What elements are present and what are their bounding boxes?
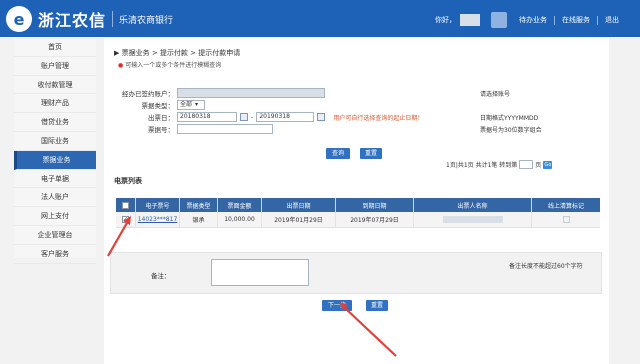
logout-link[interactable]: 退出 xyxy=(605,15,619,25)
remark-textarea[interactable] xyxy=(211,259,309,286)
drawer-name-redacted xyxy=(442,216,503,223)
pager: 1页|共1页 共计1笔 转到第 页 Go xyxy=(446,160,553,169)
next-step-button[interactable]: 下一步 xyxy=(322,300,352,311)
table-row[interactable]: ✓ 14023***817 银承 10,000.00 2019年01月29日 2… xyxy=(116,212,600,228)
header-drawer-name: 出票人名称 xyxy=(414,198,532,212)
type-row: 票据类型： 全部 ▾ xyxy=(124,100,205,110)
divider xyxy=(554,15,555,25)
number-row: 票据号： xyxy=(124,124,273,134)
remark-note: 备注长度不能超过60个字符 xyxy=(509,263,583,270)
main-panel: ▶ 票据业务 > 提示付款 > 提示付款申请 ● 可输入一个或多个条件进行模糊查询… xyxy=(104,38,609,364)
row-checkbox[interactable]: ✓ xyxy=(122,216,129,223)
calendar-icon[interactable] xyxy=(240,113,248,121)
bill-number-note: 票据号为30位数字组合 xyxy=(480,127,542,134)
date-row: 出票日： 20180318 - 20190318 用户可自行选择查询的起止日期！ xyxy=(124,112,423,122)
date-from-input[interactable]: 20180318 xyxy=(177,112,237,122)
date-label: 出票日： xyxy=(148,114,174,122)
sidebar-item-enterprise-admin[interactable]: 企业管理台 xyxy=(14,226,96,245)
page-input[interactable] xyxy=(519,160,534,169)
number-label: 票据号： xyxy=(148,126,174,134)
user-name-redacted xyxy=(460,14,480,26)
go-button[interactable]: Go xyxy=(543,160,553,169)
type-label: 票据类型： xyxy=(141,102,175,110)
header-settlement-flag: 线上清算标记 xyxy=(547,202,584,210)
due-date-cell: 2019年07月29日 xyxy=(336,212,414,227)
bill-table: 电子票号 票据类型 票面金额 出票日期 到期日期 出票人名称 线上清算标记 ✓ … xyxy=(116,198,600,228)
account-label: 经办已签约账户： xyxy=(122,90,174,98)
logo-divider xyxy=(112,11,114,27)
sidebar-item-payments[interactable]: 收付款管理 xyxy=(14,76,96,95)
settlement-checkbox xyxy=(562,216,570,223)
table-header: 电子票号 票据类型 票面金额 出票日期 到期日期 出票人名称 线上清算标记 xyxy=(116,198,600,212)
sidebar-item-accounts[interactable]: 账户管理 xyxy=(14,57,96,76)
avatar[interactable] xyxy=(491,12,507,28)
sidebar: 首页 账户管理 收付款管理 理财产品 借贷业务 国际业务 票据业务 电子单据 法… xyxy=(14,38,96,264)
calendar-icon[interactable] xyxy=(317,113,326,121)
account-select[interactable] xyxy=(177,88,325,98)
query-hint: ● 可输入一个或多个条件进行模糊查询 xyxy=(118,60,221,69)
sidebar-item-customer-service[interactable]: 客户服务 xyxy=(14,245,96,264)
divider xyxy=(597,15,598,25)
amount-cell: 10,000.00 xyxy=(218,212,262,227)
reset-bottom-button[interactable]: 重置 xyxy=(366,300,388,311)
header-type: 票据类型 xyxy=(180,198,218,212)
logo-mark-icon: e xyxy=(6,6,32,32)
sidebar-item-international[interactable]: 国际业务 xyxy=(14,132,96,151)
brand-name: 浙江农信 xyxy=(38,11,107,30)
reset-button[interactable]: 重置 xyxy=(360,148,382,159)
chevron-down-icon: ▾ xyxy=(195,101,199,108)
remark-label: 备注： xyxy=(151,272,171,280)
sidebar-item-online-payment[interactable]: 网上支付 xyxy=(14,207,96,226)
drawer-name-cell xyxy=(414,212,532,227)
header-due-date: 到期日期 xyxy=(336,198,414,212)
sidebar-item-wealth[interactable]: 理财产品 xyxy=(14,94,96,114)
bank-name: 乐清农商银行 xyxy=(119,15,174,26)
header-ticket-no: 电子票号 xyxy=(136,198,180,212)
hint-text: 可输入一个或多个条件进行模糊查询 xyxy=(125,62,222,69)
pager-suffix: 页 xyxy=(535,162,542,169)
section-title: 电票列表 xyxy=(114,177,142,185)
issue-date-cell: 2019年01月29日 xyxy=(262,212,336,227)
sidebar-item-loans[interactable]: 借贷业务 xyxy=(14,113,96,132)
header-user-area: 你好， 待办业务 在线服务 退出 xyxy=(435,12,626,28)
date-format-note: 日期格式YYYYMMDD xyxy=(480,115,539,122)
account-note: 请选择账号 xyxy=(480,91,511,98)
greeting-text: 你好， xyxy=(435,16,456,24)
ticket-no-link[interactable]: 14023***817 xyxy=(138,216,178,223)
breadcrumb: ▶ 票据业务 > 提示付款 > 提示付款申请 xyxy=(114,49,241,57)
bill-number-input[interactable] xyxy=(177,124,273,134)
select-all-checkbox[interactable] xyxy=(122,201,129,209)
query-button[interactable]: 查询 xyxy=(326,148,350,159)
row-select-cell[interactable]: ✓ xyxy=(116,212,136,227)
type-cell: 银承 xyxy=(180,212,218,227)
header-amount: 票面金额 xyxy=(218,198,262,212)
pager-text: 1页|共1页 共计1笔 转到第 xyxy=(446,162,518,169)
bank-logo[interactable]: e 浙江农信 乐清农商银行 xyxy=(6,6,173,32)
bullet-icon: ● xyxy=(118,62,124,69)
sidebar-item-corporate-accounts[interactable]: 法人账户 xyxy=(14,188,96,208)
header-issue-date: 出票日期 xyxy=(262,198,336,212)
bill-type-select[interactable]: 全部 ▾ xyxy=(177,100,205,110)
online-service-link[interactable]: 在线服务 xyxy=(562,15,590,25)
date-to-input[interactable]: 20190318 xyxy=(256,112,315,122)
account-row: 经办已签约账户： xyxy=(114,88,325,98)
top-header: e 浙江农信 乐清农商银行 你好， 待办业务 在线服务 退出 xyxy=(0,0,640,37)
date-separator: - xyxy=(251,113,254,121)
todo-link[interactable]: 待办业务 xyxy=(519,15,547,25)
header-select-all[interactable] xyxy=(116,198,136,212)
ticket-no-cell[interactable]: 14023***817 xyxy=(136,212,180,227)
date-note: 用户可自行选择查询的起止日期！ xyxy=(333,114,424,122)
sidebar-item-home[interactable]: 首页 xyxy=(14,38,96,57)
sidebar-item-e-documents[interactable]: 电子单据 xyxy=(14,170,96,189)
bill-type-value: 全部 xyxy=(180,101,193,108)
settlement-flag-cell xyxy=(532,212,600,227)
sidebar-item-bills[interactable]: 票据业务 xyxy=(14,150,96,170)
remark-section: 备注： 备注长度不能超过60个字符 xyxy=(110,252,602,294)
